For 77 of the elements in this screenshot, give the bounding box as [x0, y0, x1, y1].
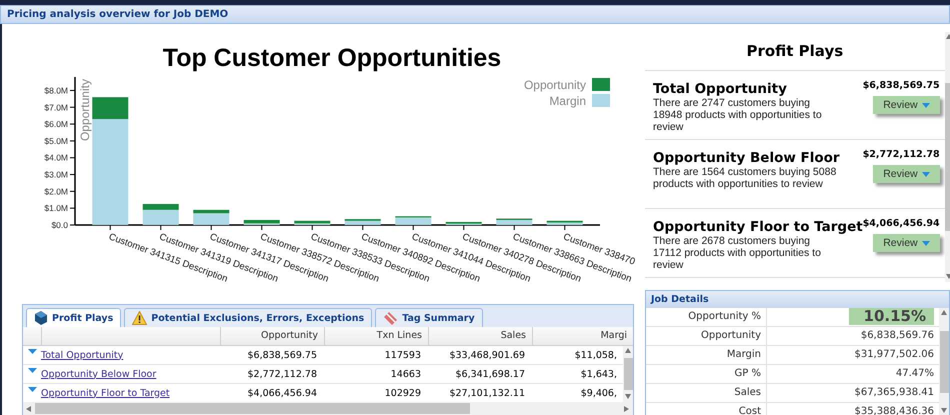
detail-label: Sales [646, 384, 767, 402]
detail-value: $6,838,569.76 [860, 330, 934, 341]
tag-icon [383, 311, 398, 325]
play-link[interactable]: Opportunity Below Floor [41, 368, 156, 380]
legend-label: Opportunity [524, 78, 586, 92]
review-button[interactable]: Review [873, 234, 940, 252]
detail-value: 10.15% [848, 308, 934, 325]
play-link[interactable]: Opportunity Floor to Target [41, 388, 170, 398]
detail-label: Cost [646, 403, 767, 415]
play-title: Opportunity Floor to Target [653, 219, 863, 235]
table-cell-text: $2,772,112.78 [246, 368, 318, 380]
review-button[interactable]: Review [873, 96, 940, 114]
play-amount: $4,066,456.94 [862, 218, 940, 229]
detail-value: $67,365,938.41 [854, 387, 934, 398]
tab[interactable]: Tag Summary [375, 308, 483, 327]
horizontal-scrollbar[interactable] [23, 402, 633, 415]
table-cell-text: $9,406, [580, 388, 618, 398]
play-description: There are 1564 customers buying 5088 products with opportunities to review [653, 166, 838, 190]
y-tick-label: $1.0M [44, 203, 68, 214]
cube-icon [34, 311, 48, 325]
y-tick-label: $0.0 [51, 220, 68, 230]
play-link[interactable]: Total Opportunity [41, 350, 124, 360]
y-tick-label: $3.0M [44, 170, 68, 180]
scrollbar[interactable] [623, 346, 633, 402]
detail-label: Opportunity [646, 327, 767, 345]
caret-icon [922, 172, 930, 176]
table-cell-text: 102929 [384, 388, 422, 398]
scroll-arrow-icon[interactable] [26, 406, 32, 412]
play-description: There are 2678 customers buying 17112 products with opportunities to review [653, 235, 822, 271]
y-tick-label: $5.0M [44, 136, 68, 146]
column-header[interactable]: Txn Lines [325, 327, 429, 345]
panel-title: Job Details [651, 294, 709, 305]
detail-value: 47.47% [896, 368, 934, 379]
tab[interactable]: Potential Exclusions, Errors, Exceptions [124, 308, 372, 327]
detail-value: $31,977,502.06 [854, 349, 934, 360]
panel-title: Profit Plays [746, 42, 844, 60]
play-title: Total Opportunity [653, 81, 788, 97]
table-cell-text: $1,643, [580, 368, 618, 380]
play-title: Opportunity Below Floor [653, 150, 841, 166]
y-tick-label: $4.0M [44, 152, 68, 163]
table-cell-text: $6,838,569.75 [246, 350, 318, 360]
play-amount: $2,772,112.78 [862, 149, 940, 160]
table-cell-text: $6,341,698.17 [454, 368, 526, 380]
table-cell-text: $33,468,901.69 [448, 350, 526, 360]
column-header[interactable]: Opportunity [221, 327, 325, 345]
table-cell-text: 14663 [390, 368, 422, 380]
caret-icon [922, 240, 930, 246]
expand-icon[interactable] [28, 387, 36, 392]
scrollbar[interactable] [939, 308, 949, 415]
window-title: Pricing analysis overview for Job DEMO [7, 9, 228, 20]
scroll-arrow-icon[interactable] [625, 348, 631, 354]
warning-icon [132, 311, 148, 325]
review-button[interactable]: Review [873, 165, 940, 183]
legend-label: Margin [549, 94, 586, 108]
detail-label: Opportunity % [646, 308, 767, 326]
caret-icon [922, 102, 930, 108]
y-tick-label: $6.0M [44, 119, 68, 130]
y-tick-label: $8.0M [44, 85, 68, 96]
scroll-arrow-icon[interactable] [941, 310, 947, 316]
table-cell-text: $27,101,132.11 [448, 388, 526, 398]
tab[interactable]: Profit Plays [26, 308, 122, 327]
y-tick-label: $7.0M [44, 102, 68, 112]
detail-label: Margin [646, 346, 767, 364]
play-description: There are 2747 customers buying 18948 products with opportunities to review [653, 97, 823, 133]
y-axis-label: Opportunity [78, 79, 92, 142]
expand-icon[interactable] [28, 349, 36, 354]
y-tick-label: $2.0M [44, 186, 68, 196]
column-header[interactable]: Sales [429, 327, 533, 345]
chart-title: Top Customer Opportunities [162, 44, 502, 72]
table-cell-text: $11,058, [574, 350, 618, 360]
table-cell-text: 117593 [384, 350, 422, 360]
table-cell-text: $4,066,456.94 [246, 388, 318, 398]
column-header[interactable]: Margi [533, 327, 633, 345]
detail-label: GP % [646, 365, 767, 383]
scroll-arrow-icon[interactable] [941, 408, 947, 414]
play-amount: $6,838,569.75 [862, 80, 940, 91]
expand-icon[interactable] [28, 368, 36, 373]
